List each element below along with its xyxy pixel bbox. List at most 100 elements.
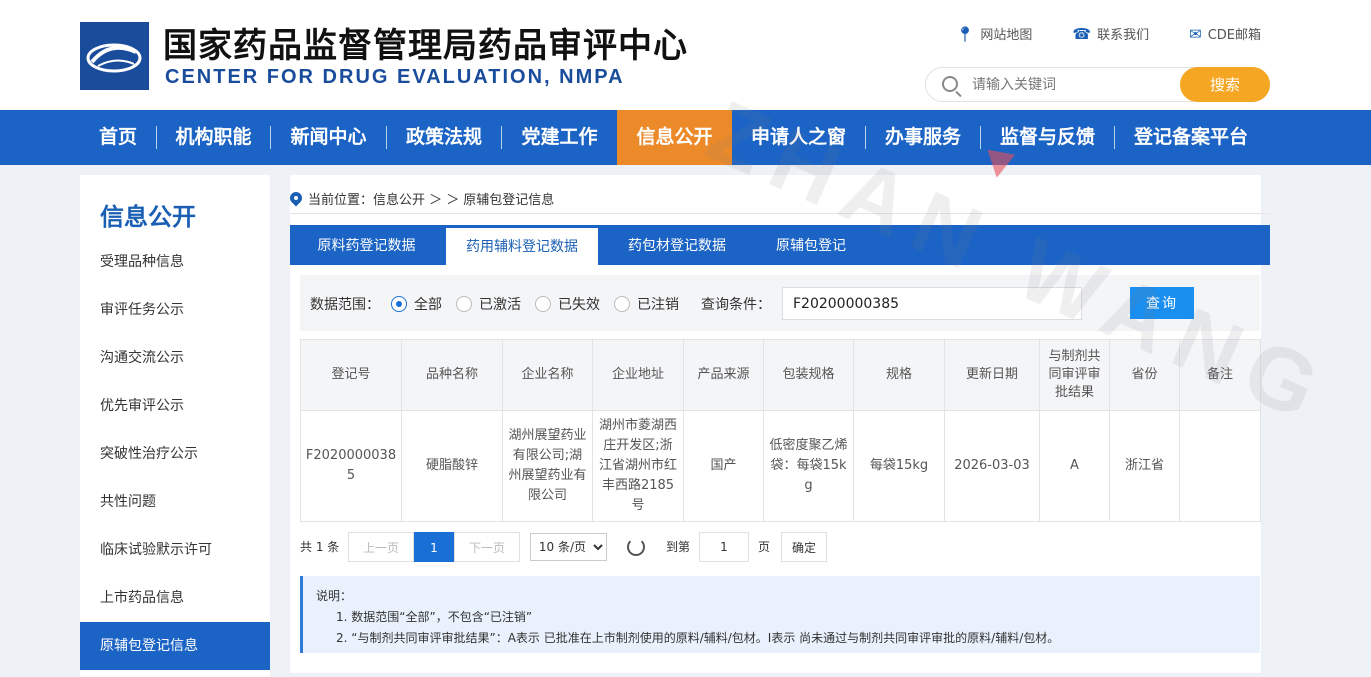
sidebar-item-marketed-drugs[interactable]: 上市药品信息 (80, 574, 270, 622)
cell-product-name: 硬脂酸锌 (401, 410, 503, 522)
main-content: 当前位置：信息公开 ＞ ＞ 原辅包登记信息 原料药登记数据 药用辅料登记数据 药… (290, 175, 1270, 673)
notes-panel: 说明： 1. 数据范围“全部”，不包含“已注销” 2. “与制剂共同审评审批结果… (300, 576, 1260, 653)
nav-item-supervision[interactable]: 监督与反馈 (981, 110, 1114, 165)
sidebar-item-clinical-trial[interactable]: 临床试验默示许可 (80, 526, 270, 574)
sidebar-item-communication[interactable]: 沟通交流公示 (80, 334, 270, 382)
site-title-cn: 国家药品监督管理局药品审评中心 (163, 26, 688, 66)
radio-all[interactable]: 全部 (391, 294, 442, 314)
breadcrumb-current: 原辅包登记信息 (463, 193, 555, 208)
phone-icon: ☎ (1072, 24, 1092, 43)
radio-unchecked-icon (456, 296, 472, 312)
cell-province: 浙江省 (1109, 410, 1180, 522)
table-header-row: 登记号 品种名称 企业名称 企业地址 产品来源 包装规格 规格 更新日期 与制剂… (300, 339, 1261, 411)
col-province: 省份 (1109, 339, 1180, 411)
contact-label: 联系我们 (1097, 28, 1150, 43)
radio-unchecked-icon (614, 296, 630, 312)
range-label: 数据范围： (310, 297, 380, 313)
search-icon (942, 76, 958, 92)
cell-company-name: 湖州展望药业有限公司;湖州展望药业有限公司 (502, 410, 593, 522)
radio-all-label: 全部 (414, 297, 442, 313)
sitemap-link[interactable]: 📍︎ 网站地图 (955, 24, 1033, 44)
total-count: 共 1 条 (300, 540, 340, 554)
breadcrumb-divider (290, 213, 1270, 214)
sidebar-item-breakthrough[interactable]: 突破性治疗公示 (80, 430, 270, 478)
col-product-name: 品种名称 (401, 339, 503, 411)
radio-cancelled[interactable]: 已注销 (614, 294, 679, 314)
breadcrumb-prefix: 当前位置：信息公开 ＞ ＞ (308, 193, 460, 208)
search-input[interactable] (970, 74, 1170, 96)
query-button[interactable]: 查询 (1130, 287, 1194, 319)
radio-checked-icon (391, 296, 407, 312)
sitemap-label: 网站地图 (980, 28, 1033, 43)
nav-item-home[interactable]: 首页 (80, 110, 156, 165)
col-registration-no: 登记号 (300, 339, 402, 411)
radio-unchecked-icon (535, 296, 551, 312)
cde-mail-link[interactable]: ✉ CDE邮箱 (1189, 24, 1261, 44)
cell-spec: 每袋15kg (853, 410, 945, 522)
nav-item-functions[interactable]: 机构职能 (157, 110, 270, 165)
nav-item-news[interactable]: 新闻中心 (271, 110, 386, 165)
cde-logo[interactable] (80, 22, 149, 90)
tab-registration[interactable]: 原辅包登记 (760, 225, 862, 265)
nav-item-party[interactable]: 党建工作 (502, 110, 617, 165)
site-title-en: CENTER FOR DRUG EVALUATION, NMPA (165, 66, 625, 88)
sidebar-item-review-tasks[interactable]: 审评任务公示 (80, 286, 270, 334)
nav-item-registration[interactable]: 登记备案平台 (1115, 110, 1267, 165)
col-update-date: 更新日期 (944, 339, 1040, 411)
location-pin-icon: 📍︎ (955, 24, 975, 43)
nav-item-services[interactable]: 办事服务 (866, 110, 980, 165)
page-size-select[interactable]: 10 条/页 (530, 533, 607, 561)
tab-packaging-data[interactable]: 药包材登记数据 (608, 225, 746, 265)
radio-expired-label: 已失效 (558, 297, 600, 313)
cde-mail-label: CDE邮箱 (1207, 28, 1261, 43)
site-search: 搜索 (925, 67, 1270, 102)
cell-remarks (1179, 410, 1261, 522)
nav-item-info-disclosure[interactable]: 信息公开 (617, 110, 732, 165)
note-line-2: 2. “与制剂共同审评审批结果”：A表示 已批准在上市制剂使用的原料/辅料/包材… (336, 631, 1060, 645)
cell-package-spec: 低密度聚乙烯袋：每袋15kg (763, 410, 854, 522)
data-tabs: 原料药登记数据 药用辅料登记数据 药包材登记数据 原辅包登记 (290, 225, 1270, 265)
refresh-icon[interactable] (627, 538, 645, 556)
query-input[interactable] (782, 287, 1082, 320)
mail-icon: ✉ (1189, 24, 1202, 43)
contact-link[interactable]: ☎ 联系我们 (1072, 24, 1150, 44)
goto-confirm-button[interactable]: 确定 (781, 532, 827, 562)
nav-item-policy[interactable]: 政策法规 (387, 110, 501, 165)
cell-joint-review-result: A (1039, 410, 1110, 522)
cell-product-source: 国产 (683, 410, 764, 522)
note-line-1: 1. 数据范围“全部”，不包含“已注销” (336, 610, 533, 624)
col-company-address: 企业地址 (592, 339, 684, 411)
cell-company-address: 湖州市菱湖西庄开发区;浙江省湖州市红丰西路2185号 (592, 410, 684, 522)
sidebar-item-accepted[interactable]: 受理品种信息 (80, 238, 270, 286)
sidebar-title: 信息公开 (100, 203, 196, 231)
sidebar: 信息公开 受理品种信息 审评任务公示 沟通交流公示 优先审评公示 突破性治疗公示… (80, 175, 270, 677)
page-unit-label: 页 (757, 540, 770, 554)
radio-activated-label: 已激活 (479, 297, 521, 313)
cell-registration-no: F20200000385 (300, 410, 402, 522)
prev-page-button[interactable]: 上一页 (348, 532, 414, 562)
next-page-button[interactable]: 下一页 (454, 532, 520, 562)
tab-excipient-data[interactable]: 药用辅料登记数据 (446, 228, 598, 265)
notes-title: 说明： (316, 589, 353, 603)
tab-api-data[interactable]: 原料药登记数据 (300, 225, 433, 265)
radio-expired[interactable]: 已失效 (535, 294, 600, 314)
page-button-current[interactable]: 1 (414, 532, 454, 562)
col-joint-review-result: 与制剂共同审评审批结果 (1039, 339, 1110, 411)
sidebar-item-common-issues[interactable]: 共性问题 (80, 478, 270, 526)
results-table: 登记号 品种名称 企业名称 企业地址 产品来源 包装规格 规格 更新日期 与制剂… (300, 339, 1261, 522)
col-remarks: 备注 (1179, 339, 1261, 411)
radio-activated[interactable]: 已激活 (456, 294, 521, 314)
breadcrumb: 当前位置：信息公开 ＞ ＞ 原辅包登记信息 (290, 189, 554, 208)
site-header: 国家药品监督管理局药品审评中心 CENTER FOR DRUG EVALUATI… (0, 0, 1371, 110)
search-button[interactable]: 搜索 (1180, 67, 1270, 102)
pagination: 共 1 条 上一页 1 下一页 10 条/页 到第 页 确定 (300, 532, 900, 562)
col-company-name: 企业名称 (502, 339, 593, 411)
query-filter: 数据范围： 全部 已激活 已失效 已注销 查询条件： 查询 (300, 275, 1260, 331)
goto-page-input[interactable] (699, 532, 749, 562)
sidebar-item-api-registration[interactable]: 原辅包登记信息 (80, 622, 270, 670)
nav-item-applicant[interactable]: 申请人之窗 (732, 110, 865, 165)
sidebar-item-priority-review[interactable]: 优先审评公示 (80, 382, 270, 430)
main-nav: 首页 机构职能 新闻中心 政策法规 党建工作 信息公开 申请人之窗 办事服务 监… (0, 110, 1371, 165)
table-row: F20200000385 硬脂酸锌 湖州展望药业有限公司;湖州展望药业有限公司 … (300, 410, 1261, 522)
query-label: 查询条件： (701, 297, 771, 313)
